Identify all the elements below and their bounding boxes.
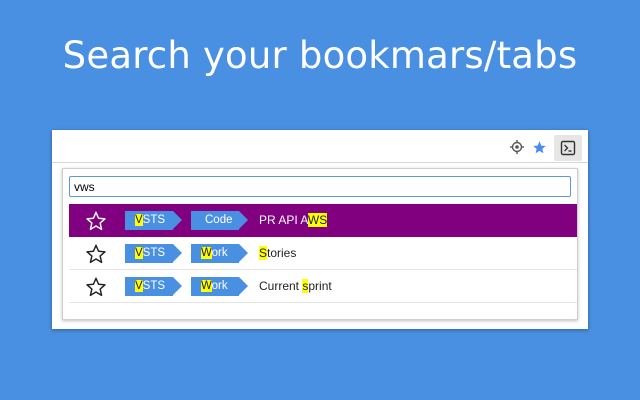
result-title: Current sprint [259,278,332,295]
tag-text: ork [211,280,228,292]
target-icon[interactable] [508,138,526,156]
tag-text: STS [142,214,166,226]
tag-folder: Work [191,244,248,263]
tag-text: ork [211,247,228,259]
star-outline-icon[interactable] [85,210,107,232]
match-highlight: WS [307,213,328,227]
match-highlight: W [201,247,212,259]
search-input[interactable] [69,176,571,197]
tag-collection: VSTS [125,211,182,230]
tag-folder: Code [191,211,248,230]
star-outline-icon[interactable] [85,243,107,265]
title-text: PR API A [259,213,308,227]
bookmark-star-icon[interactable] [530,138,548,156]
screenshot-stage: Search your bookmars/tabs vws VSTS Code … [0,0,640,400]
result-title: PR API AWS [259,212,328,229]
results-list: VSTS Code PR API AWS VSTS Work Stories V… [69,204,577,303]
star-outline-icon[interactable] [85,276,107,298]
tag-collection: VSTS [125,244,182,263]
list-item[interactable]: VSTS Code PR API AWS [69,204,577,237]
tag-collection: VSTS [125,277,182,296]
match-highlight: S [259,246,268,260]
match-highlight: V [135,214,143,226]
tag-text: STS [142,247,166,259]
match-highlight: W [201,280,212,292]
browser-window: VSTS Code PR API AWS VSTS Work Stories [52,130,588,329]
browser-toolbar [52,130,588,163]
list-item[interactable]: VSTS Work Stories [69,237,577,270]
match-highlight: V [135,280,143,292]
title-text: print [308,279,332,293]
title-text: tories [267,246,297,260]
search-popup: VSTS Code PR API AWS VSTS Work Stories [62,168,578,320]
extension-terminal-icon[interactable] [554,135,582,161]
headline: Search your bookmars/tabs [62,34,578,77]
tag-folder: Work [191,277,248,296]
tag-text: Code [205,214,233,226]
title-text: Current [259,279,303,293]
match-highlight: V [135,247,143,259]
tag-text: STS [142,280,166,292]
result-title: Stories [259,245,296,262]
list-item[interactable]: VSTS Work Current sprint [69,270,577,303]
